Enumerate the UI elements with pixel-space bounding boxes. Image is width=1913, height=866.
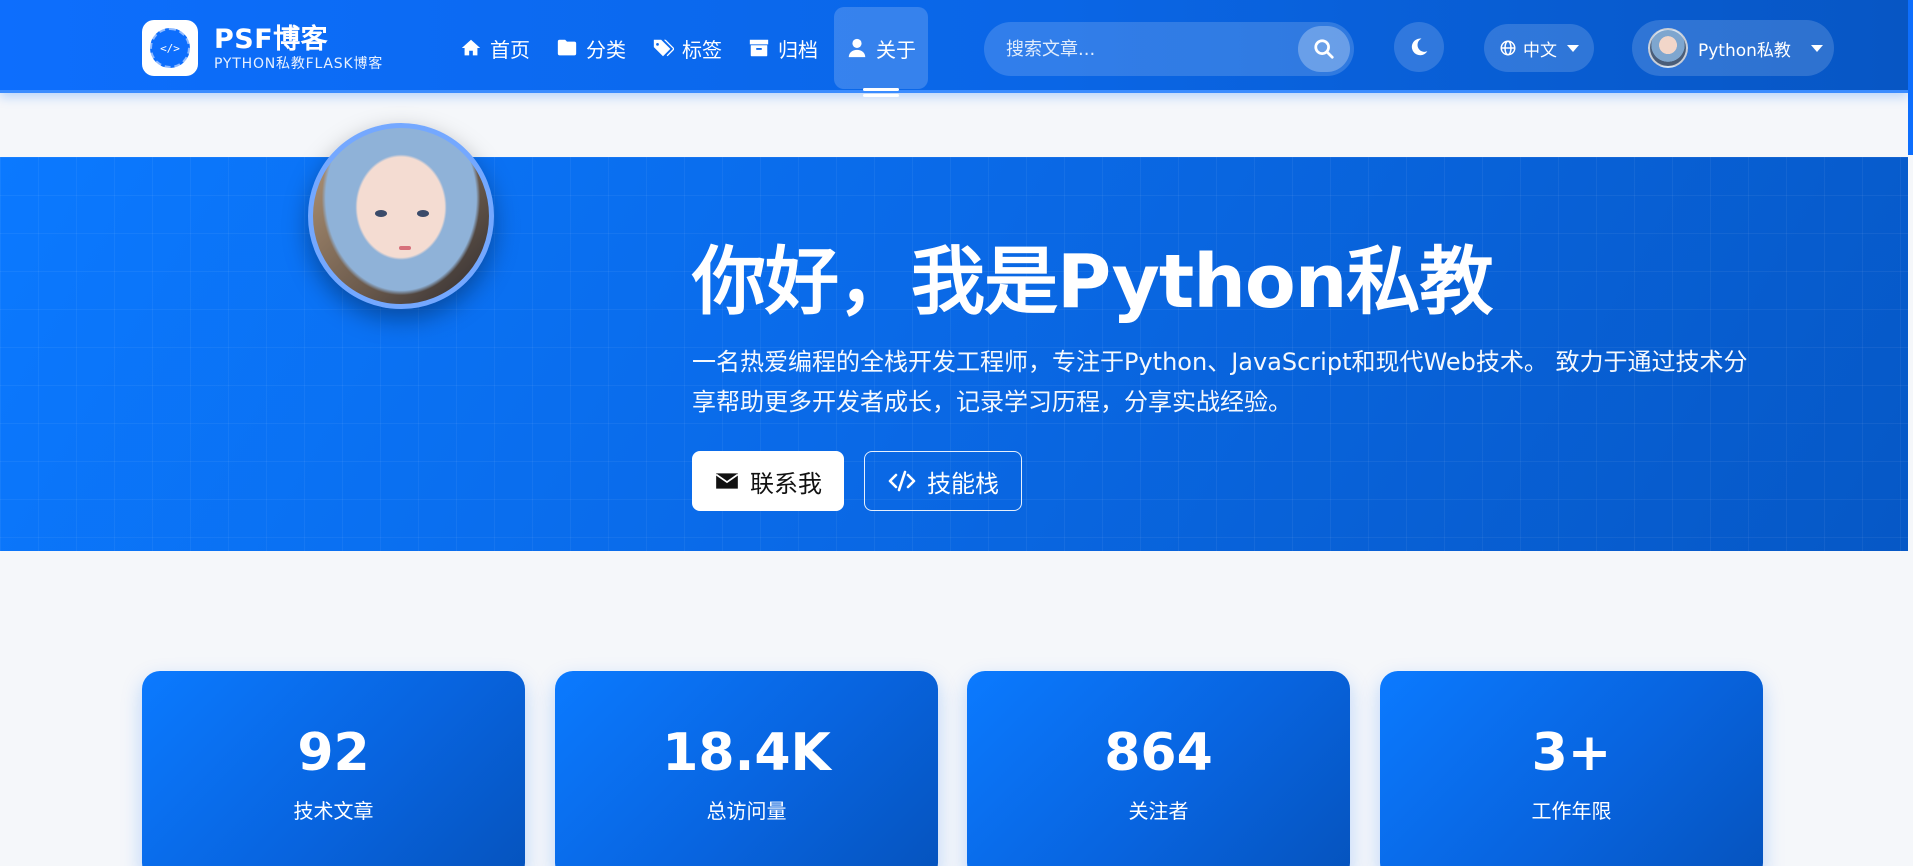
brand[interactable]: </> PSF博客 PYTHON私教FLASK博客	[142, 20, 383, 76]
stat-card-articles: 92 技术文章	[142, 671, 525, 866]
stat-label: 工作年限	[1531, 799, 1612, 823]
folder-icon	[557, 39, 577, 56]
nav-item-label: 分类	[586, 37, 626, 62]
stat-card-visits: 18.4K 总访问量	[555, 671, 938, 866]
envelope-icon	[715, 473, 739, 489]
stats-section: 92 技术文章 18.4K 总访问量 864 关注者 3+ 工作年限	[142, 671, 1763, 866]
nav-item-archive[interactable]: 归档	[738, 7, 828, 89]
code-icon	[888, 470, 916, 492]
scrollbar-thumb[interactable]	[1908, 0, 1913, 155]
user-name: Python私教	[1698, 40, 1791, 61]
hero-title: 你好，我是Python私教	[692, 239, 1493, 325]
moon-icon	[1411, 38, 1428, 56]
contact-me-button[interactable]: 联系我	[692, 451, 844, 511]
avatar-eye	[375, 210, 387, 217]
profile-avatar	[308, 123, 494, 309]
search-input[interactable]	[984, 38, 1298, 60]
stat-card-years: 3+ 工作年限	[1380, 671, 1763, 866]
nav-item-tags[interactable]: 标签	[642, 7, 732, 89]
language-label: 中文	[1523, 40, 1557, 61]
nav-item-label: 首页	[490, 37, 530, 62]
hero-buttons: 联系我 技能栈	[692, 451, 1022, 511]
user-menu-dropdown[interactable]: Python私教	[1632, 20, 1834, 76]
brand-text: PSF博客 PYTHON私教FLASK博客	[214, 24, 383, 72]
hero-description: 一名热爱编程的全栈开发工程师，专注于Python、JavaScript和现代We…	[692, 348, 1748, 416]
tags-icon	[653, 39, 674, 57]
stat-label: 技术文章	[293, 799, 374, 823]
brand-logo: </>	[142, 20, 198, 76]
skills-button[interactable]: 技能栈	[864, 451, 1022, 511]
stat-value: 3+	[1531, 723, 1612, 783]
stat-value: 864	[1104, 723, 1213, 783]
nav-item-categories[interactable]: 分类	[546, 7, 636, 89]
theme-toggle-button[interactable]	[1394, 22, 1444, 72]
globe-icon	[1500, 40, 1516, 56]
contact-me-label: 联系我	[750, 469, 822, 498]
avatar-eye	[417, 210, 429, 217]
stat-value: 92	[297, 723, 370, 783]
nav-item-label: 归档	[778, 37, 818, 62]
search-icon	[1314, 39, 1334, 59]
chevron-down-icon	[1567, 44, 1579, 52]
nav-item-label: 关于	[876, 37, 916, 62]
nav-item-label: 标签	[682, 37, 722, 62]
stat-label: 总访问量	[706, 799, 787, 823]
nav-item-about[interactable]: 关于	[834, 7, 928, 97]
stat-label: 关注者	[1128, 799, 1189, 823]
stat-card-followers: 864 关注者	[967, 671, 1350, 866]
user-icon	[848, 38, 866, 58]
code-icon: </>	[150, 28, 190, 68]
home-icon	[461, 39, 481, 56]
language-dropdown[interactable]: 中文	[1484, 24, 1594, 72]
search-button[interactable]	[1298, 26, 1350, 72]
avatar	[1648, 28, 1688, 68]
brand-subtitle: PYTHON私教FLASK博客	[214, 56, 384, 72]
skills-label: 技能栈	[927, 469, 999, 498]
search-box	[984, 22, 1354, 76]
top-navbar: </> PSF博客 PYTHON私教FLASK博客 首页 分类 标签 归档 关于	[0, 0, 1908, 97]
chevron-down-icon	[1810, 44, 1823, 52]
stat-value: 18.4K	[662, 723, 831, 783]
archive-icon	[749, 39, 769, 57]
nav-links: 首页 分类 标签 归档 关于	[450, 7, 934, 97]
avatar-lip	[399, 246, 411, 250]
brand-title: PSF博客	[214, 24, 329, 55]
nav-item-home[interactable]: 首页	[450, 7, 540, 89]
